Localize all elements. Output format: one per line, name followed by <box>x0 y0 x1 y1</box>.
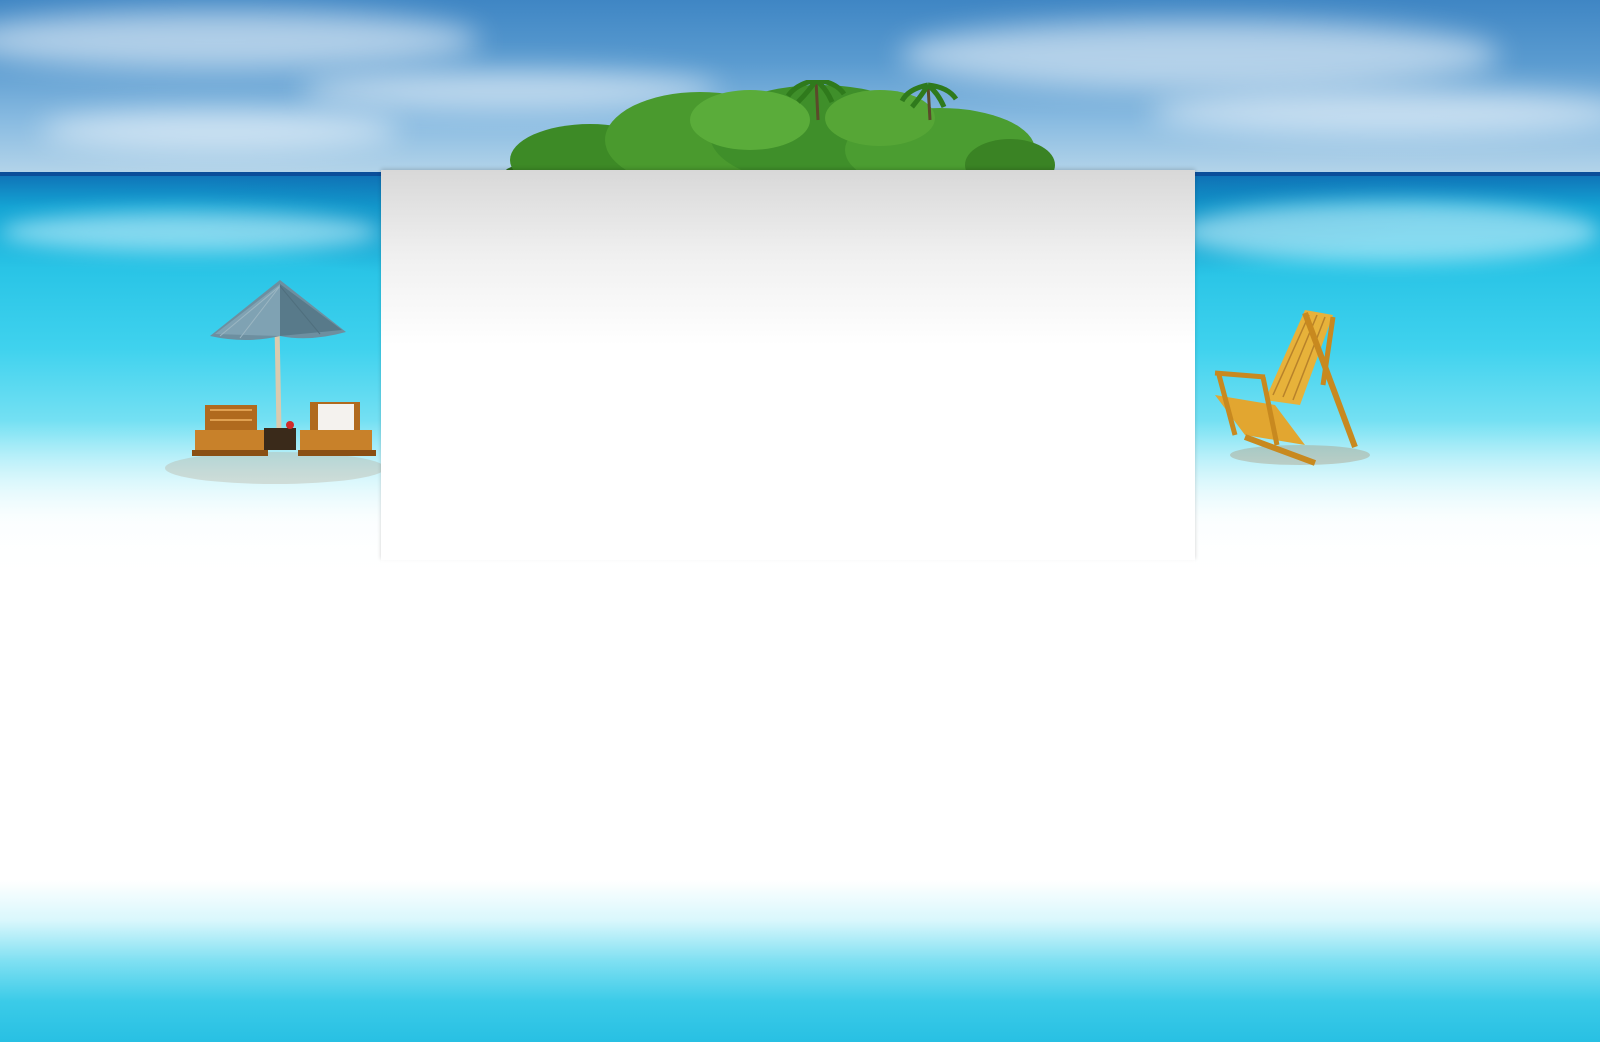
shallow-water <box>0 880 1600 1042</box>
deck-chair-icon <box>1214 310 1370 466</box>
tropical-island-icon <box>505 80 1055 180</box>
lounge-chairs-icon <box>165 280 385 484</box>
thatched-umbrella-icon <box>210 280 346 340</box>
page-background <box>0 0 1600 1042</box>
content-panel <box>381 170 1195 600</box>
